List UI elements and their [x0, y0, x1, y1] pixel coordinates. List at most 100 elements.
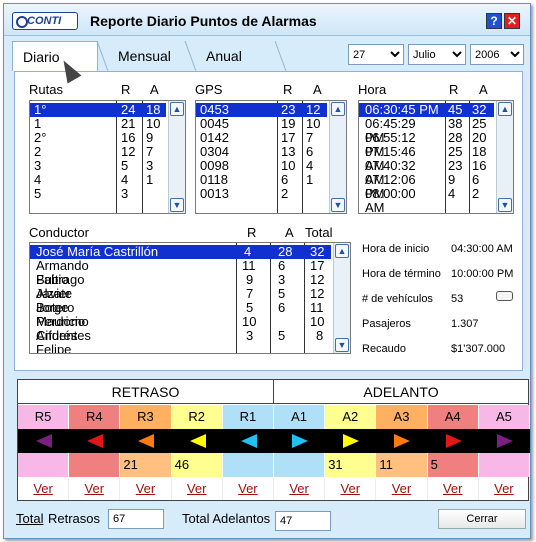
scroll-up-icon[interactable]: ▲ [498, 102, 512, 116]
list-item[interactable]: 0453 23 12 [196, 103, 327, 117]
arrow-left-icon [69, 429, 121, 453]
scroll-down-icon[interactable]: ▼ [335, 338, 349, 352]
hora-r-header: R [449, 82, 459, 97]
ver-link[interactable]: Ver [18, 478, 70, 500]
bus-icon[interactable] [496, 291, 513, 301]
window-title: Reporte Diario Puntos de Alarmas [90, 13, 317, 29]
grid-col-label: A3 [376, 405, 428, 429]
conductor-header: Conductor [29, 225, 89, 240]
conductor-list[interactable]: José María Castrillón 4 28 32 Armando Buitr… [29, 242, 351, 354]
pasajeros-label: Pasajeros [362, 318, 411, 330]
column-divider [277, 101, 278, 213]
ver-link[interactable]: Ver [479, 478, 530, 500]
total-label: Total [16, 511, 44, 526]
year-select[interactable]: 2006 [470, 44, 524, 65]
hora-a-header: A [479, 82, 488, 97]
conti-logo: CONTI [12, 12, 78, 30]
grid-col-label: A4 [427, 405, 479, 429]
ver-link[interactable]: Ver [172, 478, 223, 500]
arrow-left-icon [18, 429, 70, 453]
grid-col-value: 31 [325, 453, 377, 477]
scrollbar[interactable]: ▲ ▼ [168, 101, 185, 213]
arrow-right-icon [274, 429, 326, 453]
report-window: CONTI Reporte Diario Puntos de Alarmas ?… [3, 3, 531, 539]
gps-header: GPS [195, 82, 223, 97]
column-divider [304, 243, 305, 353]
pasajeros-value: 1.307 [451, 318, 479, 330]
conductor-total-header: Total [305, 225, 333, 240]
tab-divider [274, 41, 287, 71]
scrollbar[interactable]: ▲ ▼ [329, 101, 346, 213]
list-item[interactable]: José María Castrillón 4 28 32 [30, 245, 331, 259]
column-divider [302, 101, 303, 213]
scroll-up-icon[interactable]: ▲ [170, 102, 184, 116]
grid-col-value [478, 453, 530, 477]
total-adelantos-label: Total Adelantos [182, 511, 271, 526]
cerrar-button[interactable]: Cerrar [438, 509, 526, 529]
rutas-a-header: A [150, 82, 159, 97]
recaudo-value: $1'307.000 [451, 343, 506, 355]
ver-link[interactable]: Ver [376, 478, 428, 500]
grid-col-value: 46 [171, 453, 223, 477]
vehiculos-label: # de vehículos [362, 293, 433, 305]
scroll-up-icon[interactable]: ▲ [331, 102, 345, 116]
vehiculos-value: 53 [451, 293, 464, 305]
column-divider [445, 101, 446, 213]
recaudo-label: Recaudo [362, 343, 407, 355]
total-retrasos-field[interactable]: 67 [108, 509, 164, 529]
ver-link[interactable]: Ver [120, 478, 172, 500]
grid-col-label: R1 [222, 405, 274, 429]
scroll-down-icon[interactable]: ▼ [498, 198, 512, 212]
rutas-r-header: R [121, 82, 131, 97]
ver-link[interactable]: Ver [69, 478, 121, 500]
arrow-right-icon [478, 429, 530, 453]
grid-col-value [274, 453, 326, 477]
column-divider [142, 101, 143, 213]
adelanto-header: ADELANTO [274, 380, 528, 404]
help-button[interactable]: ? [486, 13, 502, 29]
gps-list[interactable]: 0453 23 12 0045 19 10 0142 17 7 0304 13 6 0098 10… [195, 100, 347, 214]
alarm-grid: RETRASO ADELANTO R5 Ver R4 Ver R3 21 Ver R2 46 Ve… [17, 379, 530, 501]
arrow-right-icon [325, 429, 377, 453]
rutas-header: Rutas [29, 82, 63, 97]
grid-col-value [222, 453, 274, 477]
column-divider [270, 243, 271, 353]
column-divider [236, 243, 237, 353]
hora-termino-value: 10:00:00 PM [451, 268, 514, 280]
title-bar: CONTI Reporte Diario Puntos de Alarmas ?… [4, 4, 530, 36]
rutas-list[interactable]: 1° 24 18 1 21 10 2° 16 9 2 12 7 353 441 53 ▲ ▼ [29, 100, 186, 214]
list-item[interactable]: 1° 24 18 [30, 103, 166, 117]
ver-link[interactable]: Ver [325, 478, 377, 500]
arrow-left-icon [222, 429, 274, 453]
arrow-right-icon [376, 429, 428, 453]
grid-col-label: A5 [478, 405, 530, 429]
grid-col-label: R5 [18, 405, 70, 429]
ver-link[interactable]: Ver [274, 478, 326, 500]
gps-r-header: R [283, 82, 293, 97]
scroll-up-icon[interactable]: ▲ [335, 244, 349, 258]
grid-col-label: A2 [325, 405, 377, 429]
tab-mensual[interactable]: Mensual [108, 41, 190, 71]
scrollbar[interactable]: ▲ ▼ [496, 101, 513, 213]
retrasos-label: Retrasos [48, 511, 101, 526]
hora-header: Hora [358, 82, 387, 97]
scroll-down-icon[interactable]: ▼ [170, 198, 184, 212]
ver-link[interactable]: Ver [223, 478, 274, 500]
total-adelantos-field[interactable]: 47 [275, 511, 331, 531]
hora-list[interactable]: 06:30:45 PM 45 32 06:45:29 PM 38 25 06:55:12… [358, 100, 514, 214]
close-button[interactable]: ✕ [504, 13, 520, 29]
arrow-right-icon [427, 429, 479, 453]
list-item[interactable]: 06:30:45 PM 45 32 [359, 103, 494, 117]
grid-col-value: 5 [427, 453, 479, 477]
tab-divider [96, 41, 109, 71]
tab-diario[interactable]: Diario [12, 41, 98, 71]
scroll-down-icon[interactable]: ▼ [331, 198, 345, 212]
tab-anual[interactable]: Anual [196, 41, 276, 71]
arrow-left-icon [171, 429, 223, 453]
ver-link[interactable]: Ver [428, 478, 479, 500]
month-select[interactable]: Julio [408, 44, 466, 65]
conductor-a-header: A [285, 225, 294, 240]
day-select[interactable]: 27 [348, 44, 404, 65]
scrollbar[interactable]: ▲ ▼ [333, 243, 350, 353]
gps-a-header: A [313, 82, 322, 97]
